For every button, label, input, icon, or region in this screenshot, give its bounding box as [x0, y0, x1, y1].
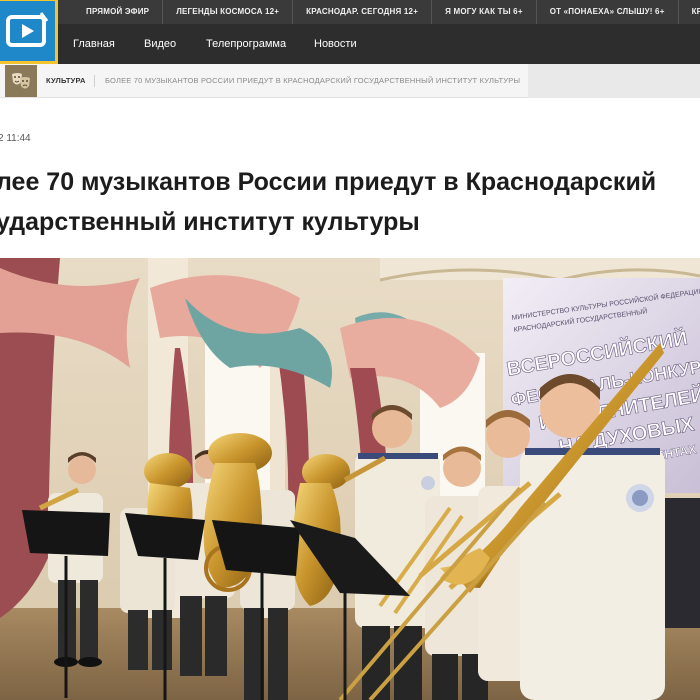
category-thumbnail[interactable] [5, 65, 37, 97]
promo-link-krasnodar-you[interactable]: КРАСНОДАР, ТЫ [679, 0, 700, 24]
breadcrumb-category[interactable]: КУЛЬТУРА [46, 64, 86, 98]
promo-links-bar: ПРЯМОЙ ЭФИР ЛЕГЕНДЫ КОСМОСА 12+ КРАСНОДАР.… [58, 0, 700, 24]
breadcrumb: КУЛЬТУРА БОЛЕЕ 70 МУЗЫКАНТОВ РОССИИ ПРИЕ… [0, 64, 700, 98]
promo-link-live[interactable]: ПРЯМОЙ ЭФИР [58, 0, 164, 24]
nav-item-tv-program[interactable]: Телепрограмма [206, 24, 286, 64]
nav-item-video[interactable]: Видео [144, 24, 176, 64]
breadcrumb-divider [94, 75, 95, 87]
promo-link-krasnodar-today[interactable]: КРАСНОДАР. СЕГОДНЯ 12+ [293, 0, 433, 24]
main-nav: Главная Видео Телепрограмма Новости [58, 24, 700, 64]
promo-link-i-can[interactable]: Я МОГУ КАК ТЫ 6+ [432, 0, 537, 24]
article-timestamp: 2 11:44 [0, 133, 31, 144]
photo-brass-ensemble: МИНИСТЕРСТВО КУЛЬТУРЫ РОССИЙСКОЙ ФЕДЕРАЦ… [0, 258, 700, 700]
site-header: ПРЯМОЙ ЭФИР ЛЕГЕНДЫ КОСМОСА 12+ КРАСНОДАР.… [0, 0, 700, 64]
headline-line-1: лее 70 музыкантов России приедут в Красн… [0, 168, 657, 196]
breadcrumb-filler [528, 64, 700, 98]
promo-link-space-legends[interactable]: ЛЕГЕНДЫ КОСМОСА 12+ [163, 0, 294, 24]
article-headline: лее 70 музыкантов России приедут в Красн… [0, 162, 700, 242]
article-photo: МИНИСТЕРСТВО КУЛЬТУРЫ РОССИЙСКОЙ ФЕДЕРАЦ… [0, 258, 700, 700]
breadcrumb-current-title: БОЛЕЕ 70 МУЗЫКАНТОВ РОССИИ ПРИЕДУТ В КРА… [105, 76, 521, 85]
nav-item-news[interactable]: Новости [314, 24, 357, 64]
promo-link-ponaeha[interactable]: ОТ «ПОНАЕХА» СЛЫШУ! 6+ [537, 0, 679, 24]
theatre-masks-icon [5, 65, 37, 97]
nav-item-home[interactable]: Главная [73, 24, 115, 64]
tv-screen-play-icon [6, 12, 49, 47]
site-logo[interactable] [0, 0, 58, 64]
headline-line-2: ударственный институт культуры [0, 208, 420, 236]
